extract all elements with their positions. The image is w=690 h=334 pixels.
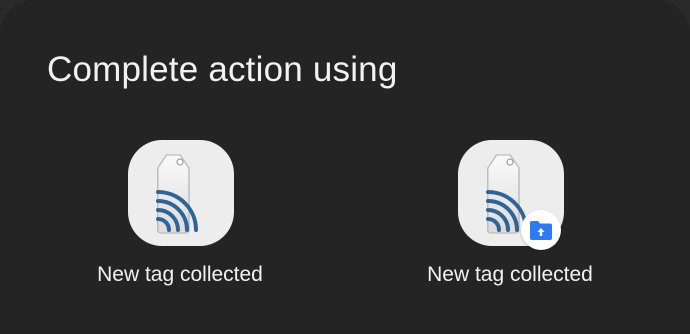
dialog-title: Complete action using xyxy=(47,50,398,89)
nfc-tag-icon xyxy=(156,154,198,234)
folder-badge-icon xyxy=(530,221,552,240)
app-label: New tag collected xyxy=(427,263,593,286)
app-icon xyxy=(128,140,234,246)
app-option-new-tag-collected-folder[interactable]: New tag collected xyxy=(390,135,630,305)
work-profile-badge xyxy=(521,210,561,250)
app-label: New tag collected xyxy=(97,263,263,286)
app-icon xyxy=(458,140,564,250)
complete-action-sheet: Complete action using New tag collected … xyxy=(0,0,690,334)
app-option-new-tag-collected[interactable]: New tag collected xyxy=(60,135,300,305)
